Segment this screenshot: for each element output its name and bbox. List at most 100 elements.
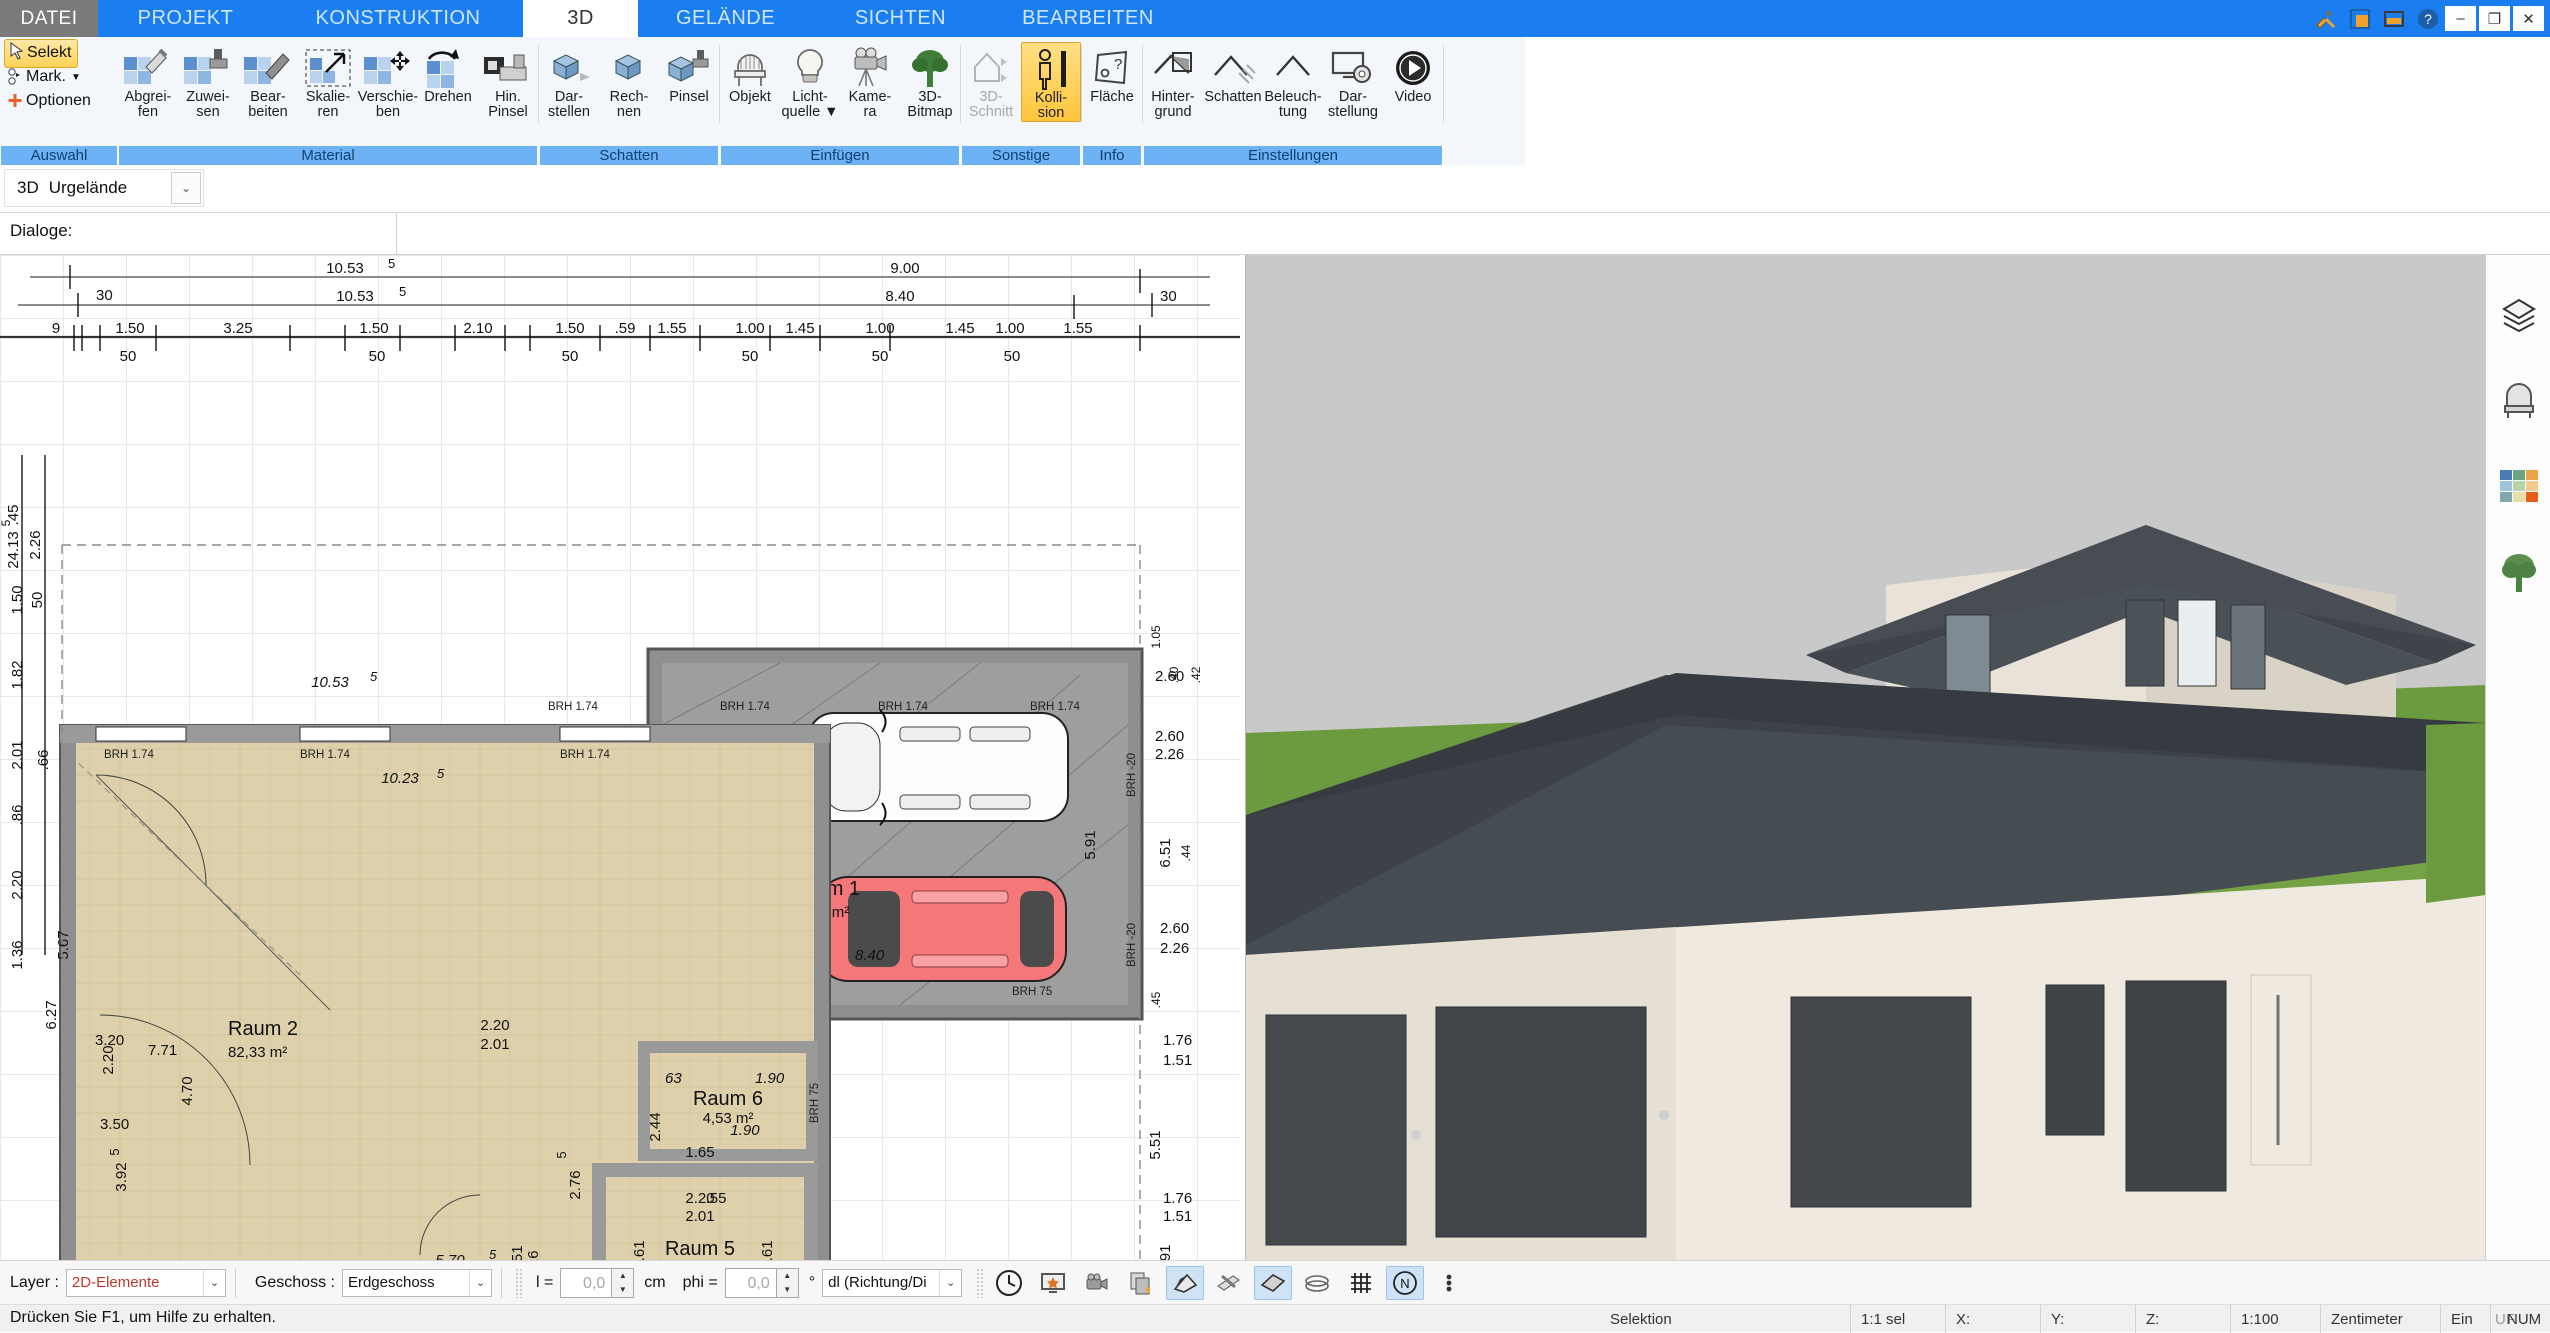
ribbon-button-label: Pinsel — [669, 89, 709, 105]
length-stepper[interactable]: ▲ ▼ — [612, 1267, 635, 1298]
chevron-down-icon[interactable]: ▼ — [71, 72, 81, 83]
tab-datei[interactable]: DATEI — [0, 0, 98, 37]
help-icon[interactable]: ? — [2411, 0, 2445, 37]
ribbon-group-einstellungen: Hinter-grund Schatten Beleuch-tung Dar-stel… — [1143, 37, 1443, 165]
ribbon-separator — [1443, 45, 1444, 123]
geschoss-combo[interactable]: Erdgeschoss ⌄ — [341, 1268, 492, 1297]
chevron-down-icon[interactable]: ⌄ — [171, 172, 201, 204]
ribbon-group-material: Abgrei-fen Zuwei-sen Bear-beiten Skalie-ren… — [118, 37, 538, 165]
ribbon-button-hin-pinsel[interactable]: Hin. Pinsel — [478, 42, 538, 120]
grid-icon[interactable] — [1342, 1266, 1380, 1300]
close-button[interactable]: ✕ — [2513, 6, 2544, 31]
plants-icon[interactable] — [2486, 541, 2550, 603]
ribbon-button-verschieben[interactable]: Verschie-ben — [358, 42, 418, 120]
tab-gel-nde[interactable]: GELÄNDE — [638, 0, 813, 37]
ribbon-button-schatten[interactable]: Schatten — [1203, 42, 1263, 105]
ribbon-button-darstellen[interactable]: Dar-stellen — [539, 42, 599, 120]
clock-icon[interactable] — [990, 1266, 1028, 1300]
more-icon[interactable] — [1430, 1266, 1468, 1300]
tab-projekt[interactable]: PROJEKT — [98, 0, 273, 37]
svg-text:5: 5 — [107, 1148, 122, 1155]
roof-snap-icon[interactable] — [1166, 1265, 1205, 1300]
layer-combo[interactable]: 2D-Elemente ⌄ — [65, 1268, 226, 1297]
svg-text:.59: .59 — [615, 320, 636, 337]
ribbon-button-flaeche[interactable]: ? Fläche — [1082, 42, 1142, 105]
ribbon-button-skalieren[interactable]: Skalie-ren — [298, 42, 358, 120]
ribbon-button-hintergrund[interactable]: Hinter-grund — [1143, 42, 1203, 120]
svg-text:N: N — [1400, 1276, 1409, 1291]
ribbon-button-rechnen[interactable]: Rech-nen — [599, 42, 659, 120]
svg-text:2.60: 2.60 — [1160, 920, 1189, 937]
svg-text:8.40: 8.40 — [855, 947, 885, 964]
ribbon-button-darstellung[interactable]: Dar-stellung — [1323, 42, 1383, 120]
toolbar-gripper-2[interactable] — [976, 1267, 984, 1298]
ribbon-button-lichtquelle[interactable]: Licht-quelle ▼ — [780, 42, 840, 120]
tab-konstruktion[interactable]: KONSTRUKTION — [273, 0, 523, 37]
svg-text:1.51: 1.51 — [1163, 1208, 1192, 1225]
camera-icon[interactable] — [1078, 1266, 1116, 1300]
ribbon-button-kollision[interactable]: Kolli-sion — [1021, 42, 1081, 122]
tab-3d[interactable]: 3D — [523, 0, 638, 37]
beams-icon[interactable] — [1210, 1266, 1248, 1300]
selekt-button[interactable]: Selekt — [4, 38, 79, 68]
ribbon-button-beleuchtung[interactable]: Beleuch-tung — [1263, 42, 1323, 120]
group-title-einstellungen: Einstellungen — [1143, 146, 1443, 165]
layer-value: 2D-Elemente — [71, 1274, 160, 1291]
mark-button[interactable]: Mark. ▼ — [4, 65, 81, 89]
ribbon-button-objekt[interactable]: Objekt — [720, 42, 780, 105]
tab-sichten[interactable]: SICHTEN — [813, 0, 988, 37]
status-scale-sel: 1:1 sel — [1850, 1305, 1945, 1333]
phi-stepper[interactable]: ▲ ▼ — [776, 1267, 799, 1298]
minimize-button[interactable]: – — [2445, 6, 2476, 31]
plus-icon — [4, 93, 26, 109]
ribbon-button-zuweisen[interactable]: Zuwei-sen — [178, 42, 238, 120]
monitor-star-icon[interactable] — [1034, 1266, 1072, 1300]
ribbon-button-abgreifen[interactable]: Abgrei-fen — [118, 42, 178, 120]
chevron-down-icon[interactable]: ⌄ — [202, 1269, 225, 1296]
ribbon-button-bearbeiten[interactable]: Bear-beiten — [238, 42, 298, 120]
chevron-down-icon[interactable]: ⌄ — [468, 1269, 491, 1296]
north-icon[interactable]: N — [1386, 1265, 1425, 1300]
materials-icon[interactable] — [2486, 455, 2550, 517]
wrench-icon[interactable] — [2309, 0, 2343, 37]
ribbon-button-video[interactable]: Video — [1383, 42, 1443, 105]
rotate-tile-icon — [423, 46, 473, 90]
ribbon-button-kamera[interactable]: Kame-ra — [840, 42, 900, 120]
ribbon-button-3d-schnitt[interactable]: 3D- Schnitt — [961, 42, 1021, 120]
chevron-down-icon[interactable]: ⌄ — [939, 1269, 961, 1296]
svg-text:4.70: 4.70 — [179, 1076, 196, 1105]
svg-text:1.50: 1.50 — [555, 320, 584, 337]
dialoge-bar: Dialoge: — [0, 213, 2550, 255]
layers-icon[interactable] — [2486, 283, 2550, 345]
svg-text:10.53: 10.53 — [326, 260, 364, 277]
contours-icon[interactable] — [1298, 1266, 1336, 1300]
optionen-button[interactable]: Optionen — [4, 89, 91, 113]
slab-icon[interactable] — [1254, 1265, 1293, 1300]
svg-text:24.13: 24.13 — [5, 531, 22, 569]
furniture-icon[interactable] — [2486, 369, 2550, 431]
toolbar-gripper[interactable] — [514, 1267, 522, 1298]
node-icon — [4, 67, 26, 87]
window-orange-icon[interactable] — [2343, 0, 2377, 37]
ribbon-button-drehen[interactable]: Drehen — [418, 42, 478, 105]
svg-text:.55: .55 — [706, 1190, 727, 1207]
3d-viewport[interactable] — [1245, 255, 2485, 1260]
tab-bearbeiten[interactable]: BEARBEITEN — [988, 0, 1188, 37]
copy-export-icon[interactable] — [1122, 1266, 1160, 1300]
ribbon-content: Selekt Mark. ▼ Optionen Auswahl Abgrei- … — [0, 37, 1525, 165]
ribbon-button-label: Beleuch-tung — [1264, 89, 1322, 120]
direction-combo[interactable]: dl (Richtung/Di ⌄ — [822, 1268, 963, 1297]
view-mode-combo[interactable]: 3D Urgelände ⌄ — [4, 169, 204, 207]
svg-text:82,33 m²: 82,33 m² — [228, 1044, 287, 1061]
ribbon-button-label: Dar-stellung — [1328, 89, 1378, 120]
svg-text:.45: .45 — [5, 505, 22, 526]
restore-button[interactable]: ❐ — [2479, 6, 2510, 31]
svg-text:2.26: 2.26 — [1155, 746, 1184, 763]
layout-icon[interactable] — [2377, 0, 2411, 37]
floorplan-canvas[interactable]: 10.53 5 9.00 30 10.53 5 8.40 30 9 1.50 3.2… — [0, 255, 1240, 1260]
ribbon-button-3d-bitmap[interactable]: 3D- Bitmap — [900, 42, 960, 120]
phi-input[interactable]: 0,0 — [724, 1267, 777, 1298]
ribbon-button-label: Dar-stellen — [548, 89, 590, 120]
length-input[interactable]: 0,0 — [560, 1267, 613, 1298]
ribbon-button-pinsel[interactable]: Pinsel — [659, 42, 719, 105]
